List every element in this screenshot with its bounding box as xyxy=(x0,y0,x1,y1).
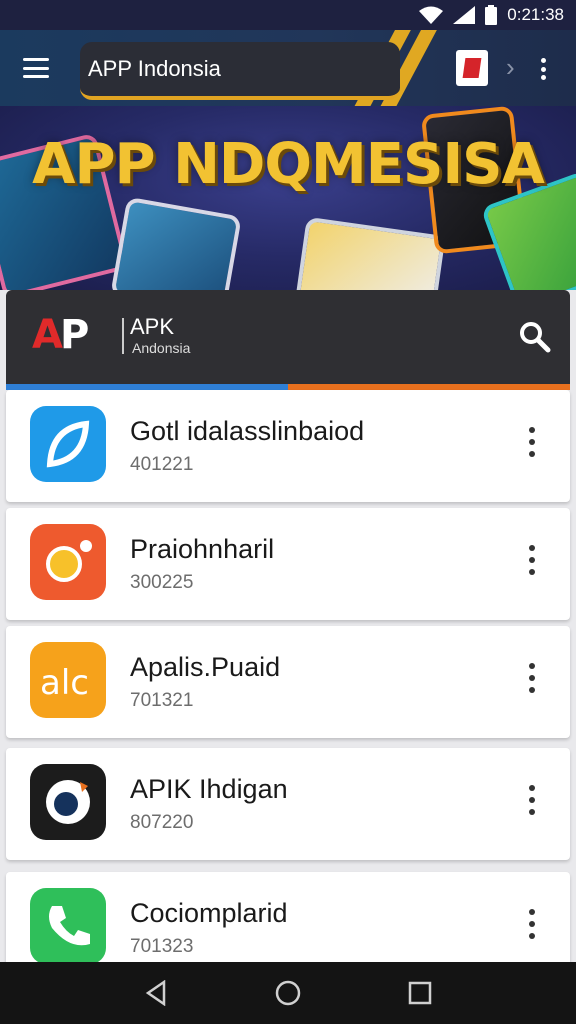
document-icon[interactable] xyxy=(456,50,488,86)
app-meta: 701321 xyxy=(130,690,194,711)
banner-phone-art xyxy=(110,196,242,290)
app-name: Apalis.Puaid xyxy=(130,652,281,682)
item-more-icon[interactable] xyxy=(516,422,548,462)
app-name: APIK Ihdigan xyxy=(130,774,288,804)
brand-logo: AP xyxy=(32,312,89,358)
status-bar: 0:21:38 xyxy=(0,0,576,30)
app-meta: 401221 xyxy=(130,454,194,475)
list-item[interactable]: alc Apalis.Puaid 701321 xyxy=(6,626,570,738)
blue-leaf-icon xyxy=(30,406,106,482)
banner-phone-art xyxy=(294,216,446,290)
svg-text:alc: alc xyxy=(40,663,89,703)
item-more-icon[interactable] xyxy=(516,658,548,698)
app-meta: 701323 xyxy=(130,936,194,957)
battery-icon xyxy=(485,5,498,25)
system-nav-bar xyxy=(0,962,576,1024)
home-icon[interactable] xyxy=(275,980,301,1006)
list-item[interactable]: Gotl idalasslinbaiod 401221 xyxy=(6,390,570,502)
list-item[interactable]: APIK Ihdigan 807220 xyxy=(6,748,570,860)
orange-sun-icon xyxy=(30,524,106,600)
list-item[interactable]: Praiohnharil 300225 xyxy=(6,508,570,620)
item-more-icon[interactable] xyxy=(516,904,548,944)
app-meta: 300225 xyxy=(130,572,194,593)
recents-icon[interactable] xyxy=(408,981,432,1005)
banner-headline: APP NDQMESISA xyxy=(32,132,545,197)
menu-icon[interactable] xyxy=(18,52,54,84)
app-name: Gotl idalasslinbaiod xyxy=(130,416,365,446)
promo-banner[interactable]: APP NDQMESISA xyxy=(0,106,576,290)
brand-subtitle: Andonsia xyxy=(132,340,191,356)
store-header: AP APK Andonsia xyxy=(6,290,570,390)
dark-chat-icon xyxy=(30,764,106,840)
overflow-menu-icon[interactable] xyxy=(530,54,556,84)
item-more-icon[interactable] xyxy=(516,540,548,580)
logo-divider xyxy=(122,318,124,354)
app-name: Cociomplarid xyxy=(130,898,288,928)
item-more-icon[interactable] xyxy=(516,780,548,820)
chevron-right-icon[interactable]: › xyxy=(506,52,515,83)
status-time: 0:21:38 xyxy=(507,5,564,24)
phone-call-icon xyxy=(30,888,106,964)
back-icon[interactable] xyxy=(144,980,168,1006)
brand-title: APK xyxy=(130,314,175,339)
app-title: APP Indonsia xyxy=(88,56,221,81)
app-meta: 807220 xyxy=(130,812,194,833)
wifi-icon xyxy=(419,6,444,24)
app-title-pill: APP Indonsia xyxy=(80,42,400,100)
alc-icon: alc xyxy=(30,642,106,718)
app-name: Praiohnharil xyxy=(130,534,275,564)
app-bar: APP Indonsia › xyxy=(0,30,576,106)
signal-icon xyxy=(453,6,476,24)
search-icon[interactable] xyxy=(518,320,552,354)
